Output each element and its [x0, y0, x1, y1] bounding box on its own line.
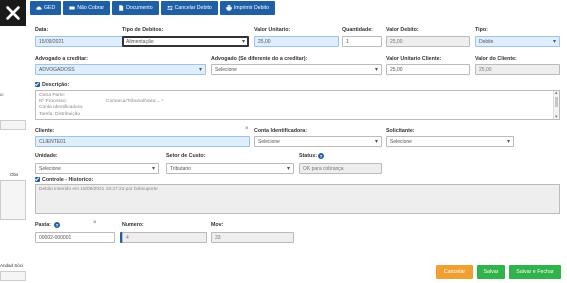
- cliente-clear-icon[interactable]: ×: [245, 126, 249, 132]
- debit-modal: GED Não Cobrar Documento Cancelar Debito…: [26, 0, 567, 283]
- conta-identificadora-label: Conta Identificadora:: [254, 128, 307, 134]
- data-label: Data:: [35, 27, 49, 33]
- money-icon: [69, 6, 75, 10]
- unidade-label: Unidade:: [35, 153, 58, 159]
- cloud-icon: [36, 6, 42, 10]
- tipo-select[interactable]: Debite: [475, 36, 560, 47]
- setor-custo-label: Setor de Custo:: [166, 153, 206, 159]
- descricao-line: Tarefa: Distribuição: [39, 111, 81, 117]
- advogado-diferente-label: Advogado (Se diferente do a creditar):: [211, 56, 308, 62]
- cliente-field[interactable]: CLIENTE01: [35, 136, 250, 147]
- status-field: OK para cobrança: [299, 163, 382, 174]
- descricao-extra: Comarca/Tribunal/Vara:... *: [106, 99, 164, 105]
- salvar-fechar-button[interactable]: Salvar e Fechar: [509, 265, 561, 279]
- advogado-creditar-select[interactable]: ADVOGADOSS: [35, 64, 206, 75]
- document-icon: [119, 5, 124, 11]
- ged-button[interactable]: GED: [30, 1, 62, 15]
- tipo-debito-label: Tipo de Debitos:: [122, 27, 164, 33]
- pasta-field[interactable]: 00002-000001: [35, 232, 115, 243]
- tipo-value: Debite: [479, 38, 494, 45]
- sidebar-fragment-area: [0, 180, 26, 220]
- unidade-value: Selecione: [39, 165, 61, 172]
- valor-cliente-field: 25,00: [475, 64, 560, 75]
- sidebar-fragment-obs: Obs: [10, 172, 19, 177]
- documento-label: Documento: [126, 5, 153, 11]
- controle-textarea: Debito inserido em 15/09/2021 15:27:23 p…: [35, 184, 560, 214]
- conta-identificadora-value: Selecione: [258, 138, 280, 145]
- background-sidebar: o: Obs Andad Sóci: [0, 0, 26, 283]
- solicitante-label: Solicitante:: [386, 128, 415, 134]
- tipo-debito-select[interactable]: Alimentação: [122, 36, 249, 47]
- quantidade-label: Quantidade:: [342, 27, 373, 33]
- nao-cobrar-label: Não Cobrar: [77, 5, 105, 11]
- print-icon: [226, 5, 232, 11]
- nao-cobrar-button[interactable]: Não Cobrar: [63, 1, 111, 15]
- mov-field: 33: [211, 232, 294, 243]
- sidebar-fragment-andad: Andad Sóci: [0, 263, 24, 268]
- imprimir-debito-button[interactable]: Imprimir Debito: [219, 1, 275, 15]
- ged-label: GED: [44, 5, 56, 11]
- pasta-label: Pasta:: [35, 222, 51, 228]
- cancelar-debito-label: Cancelar Debito: [174, 5, 212, 11]
- close-icon: [6, 6, 20, 20]
- valor-debito-label: Valor Debito:: [386, 27, 419, 33]
- imprimir-debito-label: Imprimir Debito: [233, 5, 269, 11]
- advogado-diferente-select[interactable]: Selecione: [211, 64, 382, 75]
- valor-unitario-label: Valor Unitario:: [254, 27, 291, 33]
- controle-label: Controle - Historico:: [42, 177, 94, 183]
- unidade-select[interactable]: Selecione: [35, 163, 159, 174]
- setor-custo-value: Tributario: [170, 165, 191, 172]
- advogado-creditar-label: Advogado a creditar:: [35, 56, 88, 62]
- toolbar: GED Não Cobrar Documento Cancelar Debito…: [30, 1, 275, 15]
- descricao-checkbox[interactable]: [35, 82, 40, 87]
- cancelar-button[interactable]: Cancelar: [436, 265, 473, 279]
- descricao-textarea[interactable]: Outra Parte: Nº Processo: Comarca/Tribuna…: [35, 90, 560, 120]
- sidebar-fragment-field: [0, 271, 26, 281]
- documento-button[interactable]: Documento: [112, 1, 159, 15]
- solicitante-value: Selecione: [390, 138, 412, 145]
- valor-unitario-cliente-label: Valor Unitario Cliente:: [386, 56, 442, 62]
- numero-field: 4: [122, 232, 207, 243]
- cancelar-debito-button[interactable]: Cancelar Debito: [160, 1, 218, 15]
- pasta-help-icon[interactable]: ?: [54, 222, 60, 228]
- controle-checkbox[interactable]: [35, 177, 40, 182]
- descricao-label: Descrição:: [42, 82, 70, 88]
- arrows-icon: [166, 5, 173, 11]
- valor-cliente-label: Valor do Cliente:: [475, 56, 517, 62]
- valor-debito-field: 25,00: [386, 36, 470, 47]
- salvar-button[interactable]: Salvar: [477, 265, 505, 279]
- tipo-label: Tipo:: [475, 27, 488, 33]
- close-button[interactable]: [0, 0, 26, 26]
- valor-unitario-field[interactable]: 25,00: [254, 36, 339, 47]
- solicitante-select[interactable]: Selecione: [386, 136, 514, 147]
- advogado-creditar-value: ADVOGADOSS: [39, 66, 75, 73]
- mov-label: Mov:: [211, 222, 224, 228]
- controle-text: Debito inserido em 15/09/2021 15:27:23 p…: [39, 187, 158, 192]
- pasta-clear-icon[interactable]: ×: [93, 220, 97, 226]
- cliente-label: Cliente:: [35, 128, 55, 134]
- numero-label: Numero:: [122, 222, 144, 228]
- sidebar-fragment-box: [0, 120, 26, 130]
- descricao-scrollbar[interactable]: [553, 90, 559, 120]
- status-label: Status:: [299, 153, 317, 159]
- valor-unitario-cliente-field[interactable]: 25,00: [386, 64, 470, 75]
- conta-identificadora-select[interactable]: Selecione: [254, 136, 382, 147]
- sidebar-fragment-label: o:: [0, 92, 4, 97]
- quantidade-field[interactable]: 1: [342, 36, 382, 47]
- setor-custo-select[interactable]: Tributario: [166, 163, 294, 174]
- tipo-debito-value: Alimentação: [126, 38, 154, 45]
- status-help-icon[interactable]: ?: [318, 153, 324, 159]
- descricao-scroll-thumb[interactable]: [555, 97, 558, 107]
- advogado-diferente-value: Selecione: [215, 66, 237, 73]
